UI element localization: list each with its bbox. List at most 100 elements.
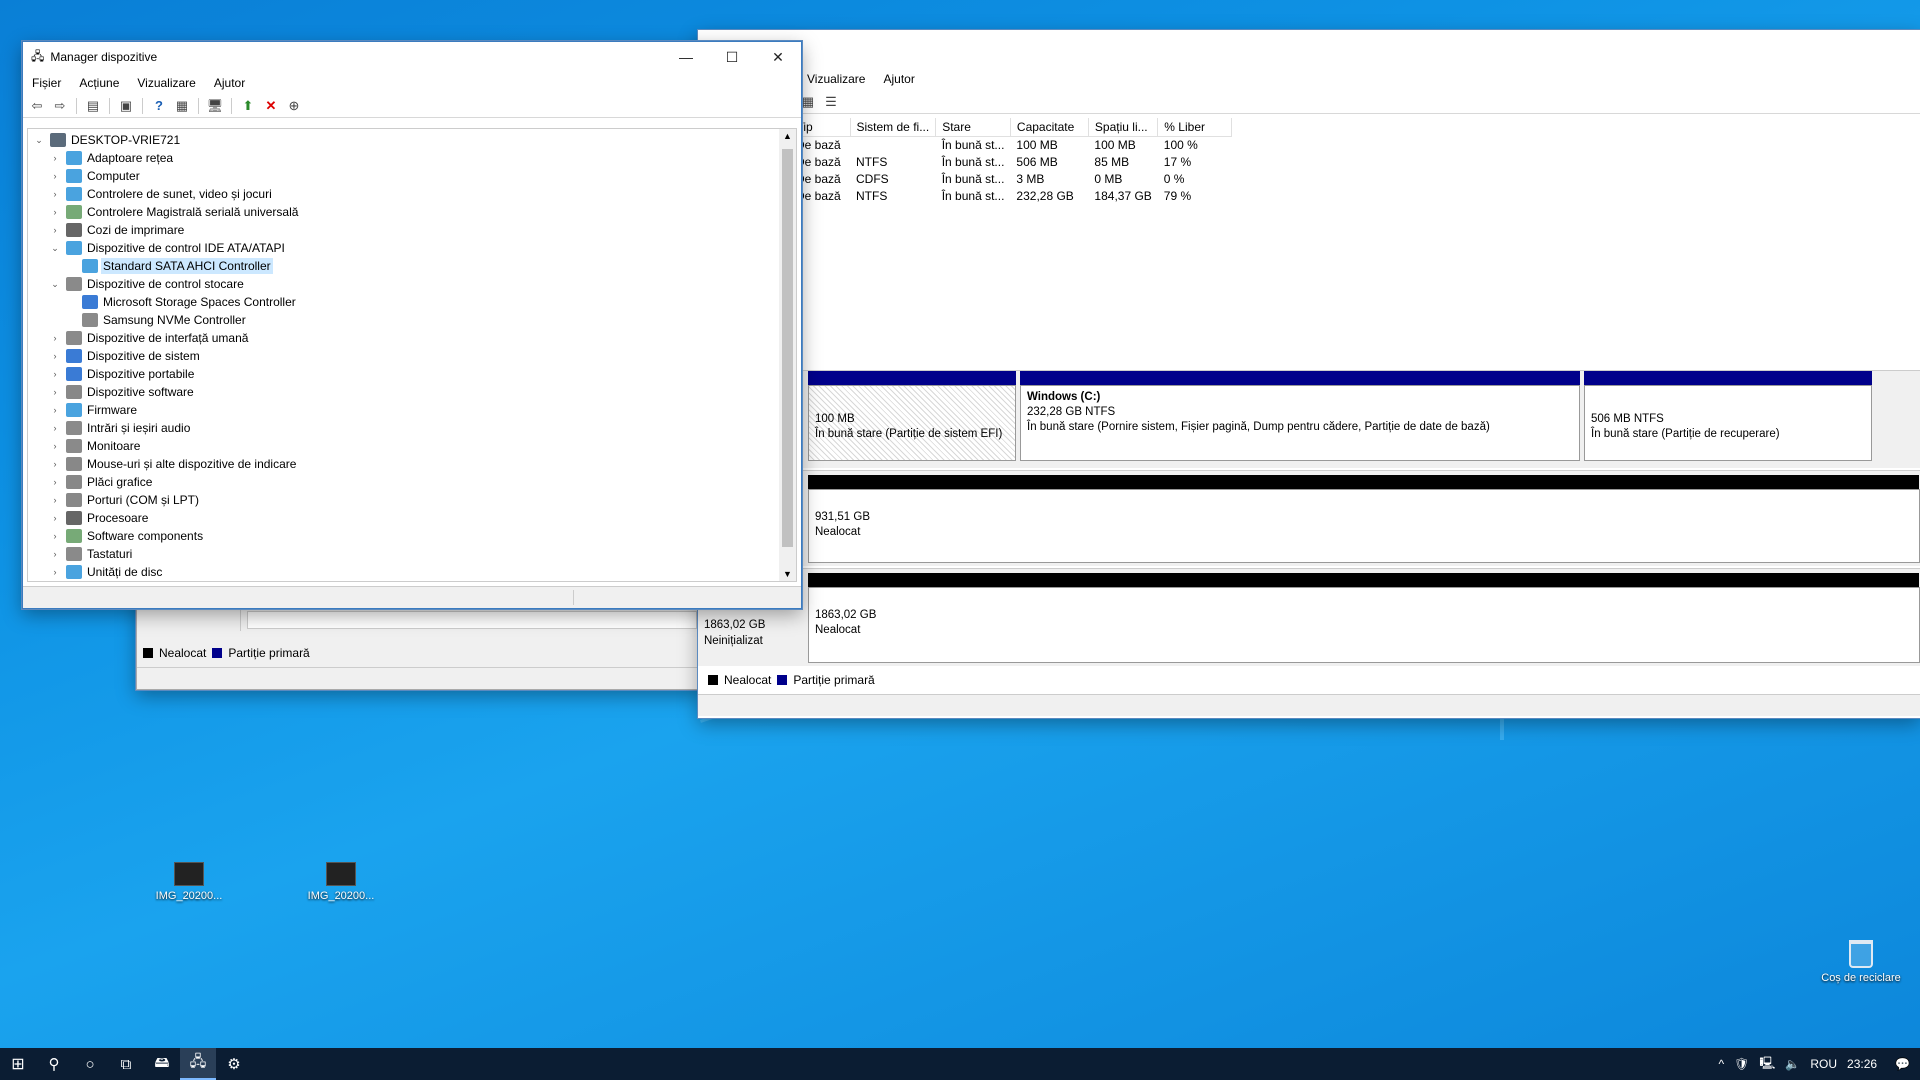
disk2-label[interactable]: 1863,02 GB Neinițializat — [698, 613, 802, 653]
tree-item[interactable]: Microsoft Storage Spaces Controller — [28, 293, 796, 311]
chevron-right-icon[interactable]: › — [48, 459, 62, 469]
menu-ajutor[interactable]: Ajutor — [874, 72, 923, 86]
chevron-right-icon[interactable]: › — [48, 333, 62, 343]
chevron-right-icon[interactable]: › — [48, 153, 62, 163]
chevron-right-icon[interactable]: › — [48, 207, 62, 217]
tree-item[interactable]: › Cozi de imprimare — [28, 221, 796, 239]
tree-item[interactable]: Standard SATA AHCI Controller — [28, 257, 796, 275]
chevron-right-icon[interactable]: › — [48, 387, 62, 397]
scan-hardware-icon[interactable]: 🖥 — [205, 97, 225, 115]
tree-root[interactable]: ⌄ DESKTOP-VRIE721 — [28, 131, 796, 149]
tree-item[interactable]: › Dispozitive de interfață umană — [28, 329, 796, 347]
chevron-right-icon[interactable]: › — [48, 351, 62, 361]
scrollbar-thumb[interactable] — [782, 149, 793, 547]
tree-item[interactable]: ⌄ Dispozitive de control stocare — [28, 275, 796, 293]
chevron-right-icon[interactable]: › — [48, 477, 62, 487]
forward-arrow-icon[interactable]: ⇨ — [50, 97, 70, 115]
properties-icon[interactable]: ▣ — [116, 97, 136, 115]
partition-efi[interactable]: 100 MB În bună stare (Partiție de sistem… — [808, 371, 1016, 461]
action-pane-icon[interactable]: ▦ — [172, 97, 192, 115]
tree-item[interactable]: › Adaptoare rețea — [28, 149, 796, 167]
partition-windows-c[interactable]: Windows (C:) 232,28 GB NTFS În bună star… — [1020, 371, 1580, 461]
show-hide-console-tree-icon[interactable]: ▤ — [83, 97, 103, 115]
tree-item[interactable]: › Software components — [28, 527, 796, 545]
back-arrow-icon[interactable]: ⇦ — [27, 97, 47, 115]
tree-item[interactable]: › Tastaturi — [28, 545, 796, 563]
input-language[interactable]: ROU — [1810, 1057, 1837, 1071]
chevron-down-icon[interactable]: ⌄ — [32, 135, 46, 146]
action-center-icon[interactable]: 💬 — [1895, 1057, 1910, 1071]
chevron-down-icon[interactable]: ⌄ — [48, 243, 62, 254]
desktop-icon-image-1[interactable]: IMG_20200... — [144, 862, 234, 902]
tree-item[interactable]: › Procesoare — [28, 509, 796, 527]
partition-recovery[interactable]: 506 MB NTFS În bună stare (Partiție de r… — [1584, 371, 1872, 461]
column-header[interactable]: Capacitate — [1010, 118, 1089, 137]
chevron-right-icon[interactable]: › — [48, 549, 62, 559]
menu-vizualizare[interactable]: Vizualizare — [798, 72, 874, 86]
maximize-button[interactable]: ☐ — [709, 42, 755, 72]
scroll-up-icon[interactable]: ▲ — [779, 131, 796, 141]
start-windows-icon[interactable]: ⊞ — [0, 1048, 36, 1080]
chevron-right-icon[interactable]: › — [48, 369, 62, 379]
minimize-button[interactable]: — — [663, 42, 709, 72]
chevron-right-icon[interactable]: › — [48, 495, 62, 505]
network-icon[interactable]: 🖳 — [1759, 1054, 1775, 1075]
tree-item[interactable]: › Intrări și ieșiri audio — [28, 419, 796, 437]
column-header[interactable]: Stare — [935, 118, 1011, 137]
tree-item[interactable]: Samsung NVMe Controller — [28, 311, 796, 329]
disable-device-icon[interactable]: ⊕ — [284, 97, 304, 115]
menu-vizualizare[interactable]: Vizualizare — [128, 76, 204, 90]
menu-actiune[interactable]: Acțiune — [70, 76, 128, 90]
desktop-icon-image-2[interactable]: IMG_20200... — [296, 862, 386, 902]
tree-item[interactable]: › Porturi (COM și LPT) — [28, 491, 796, 509]
column-header[interactable]: Spațiu li... — [1088, 118, 1159, 137]
desktop-icon-recycle-bin[interactable]: Coș de reciclare — [1816, 940, 1906, 984]
tree-item[interactable]: › Dispozitive de sistem — [28, 347, 796, 365]
tree-item[interactable]: › Dispozitive portabile — [28, 365, 796, 383]
chevron-right-icon[interactable]: › — [48, 225, 62, 235]
tree-item[interactable]: › Controlere de sunet, video și jocuri — [28, 185, 796, 203]
taskbar-app-mmc-icon[interactable]: ⚙ — [216, 1048, 252, 1080]
taskbar-app-disk-management-icon[interactable]: 🖴 — [144, 1048, 180, 1080]
update-driver-icon[interactable]: ⬆ — [238, 97, 258, 115]
tree-item[interactable]: › Controlere Magistrală serială universal… — [28, 203, 796, 221]
menu-ajutor[interactable]: Ajutor — [205, 76, 254, 90]
tree-item[interactable]: › Computer — [28, 167, 796, 185]
tree-item[interactable]: › Dispozitive software — [28, 383, 796, 401]
disk2-unallocated[interactable]: 1863,02 GB Nealocat — [808, 573, 1920, 663]
chevron-down-icon[interactable]: ⌄ — [48, 279, 62, 290]
cortana-icon[interactable]: ○ — [72, 1048, 108, 1080]
tree-item[interactable]: › Unități de disc — [28, 563, 796, 581]
help-icon[interactable]: ? — [149, 97, 169, 115]
chevron-right-icon[interactable]: › — [48, 171, 62, 181]
chevron-right-icon[interactable]: › — [48, 441, 62, 451]
device-tree[interactable]: ⌄ DESKTOP-VRIE721 › Adaptoare rețea › Compute… — [27, 128, 797, 582]
taskbar-app-device-manager-icon[interactable]: 🖧 — [180, 1048, 216, 1080]
column-header[interactable]: Sistem de fi... — [850, 118, 937, 137]
chevron-right-icon[interactable]: › — [48, 405, 62, 415]
chevron-right-icon[interactable]: › — [48, 513, 62, 523]
properties-icon[interactable]: ☰ — [821, 93, 841, 111]
volume-icon[interactable]: 🔈 — [1785, 1057, 1800, 1071]
disk1-unallocated[interactable]: 931,51 GB Nealocat — [808, 475, 1920, 563]
scroll-down-icon[interactable]: ▼ — [779, 569, 796, 579]
chevron-up-icon[interactable]: ^ — [1719, 1057, 1725, 1071]
task-view-icon[interactable]: ⧉ — [108, 1048, 144, 1080]
tree-item[interactable]: › Mouse-uri și alte dispozitive de indica… — [28, 455, 796, 473]
chevron-right-icon[interactable]: › — [48, 189, 62, 199]
tree-scrollbar[interactable]: ▲ ▼ — [779, 129, 796, 581]
chevron-right-icon[interactable]: › — [48, 567, 62, 577]
chevron-right-icon[interactable]: › — [48, 531, 62, 541]
menu-fisier[interactable]: Fișier — [23, 76, 70, 90]
tree-item[interactable]: › Firmware — [28, 401, 796, 419]
uninstall-device-icon[interactable]: ✕ — [261, 97, 281, 115]
chevron-right-icon[interactable]: › — [48, 423, 62, 433]
clock[interactable]: 23:26 — [1847, 1057, 1877, 1071]
search-icon[interactable]: ⚲ — [36, 1048, 72, 1080]
column-header[interactable]: % Liber — [1157, 118, 1233, 137]
security-shield-icon[interactable]: 🛡 — [1734, 1057, 1749, 1071]
device-manager-window[interactable]: 🖧 Manager dispozitive — ☐ ✕ Fișier Acțiu… — [22, 41, 802, 609]
tree-item[interactable]: ⌄ Dispozitive de control IDE ATA/ATAPI — [28, 239, 796, 257]
tree-item[interactable]: › Plăci grafice — [28, 473, 796, 491]
close-button[interactable]: ✕ — [755, 42, 801, 72]
